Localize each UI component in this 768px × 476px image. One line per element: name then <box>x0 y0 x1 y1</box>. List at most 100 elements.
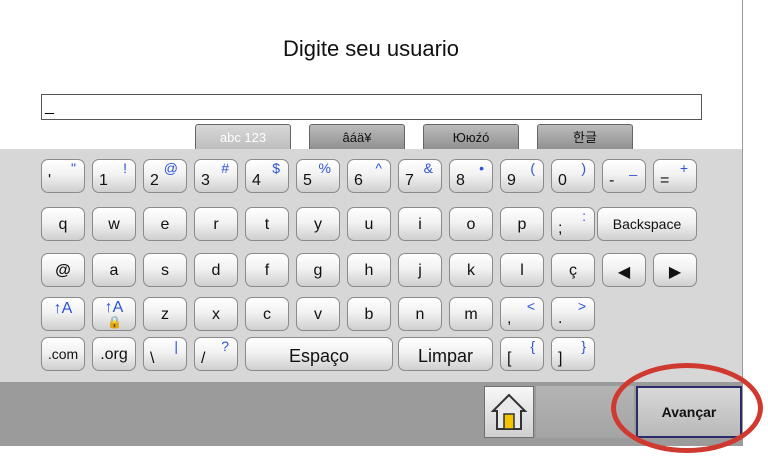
key-apostrophe[interactable]: ' " <box>41 159 85 193</box>
key-j[interactable]: j <box>398 253 442 287</box>
username-input[interactable]: _ <box>41 94 702 120</box>
page-title: Digite seu usuario <box>282 36 460 61</box>
clear-button[interactable]: Limpar <box>398 337 493 371</box>
key-semicolon[interactable]: ;: <box>551 207 595 241</box>
key-slash[interactable]: /? <box>194 337 238 371</box>
key-c[interactable]: c <box>245 297 289 331</box>
home-button[interactable] <box>484 386 534 438</box>
key-y[interactable]: y <box>296 207 340 241</box>
key-1[interactable]: 1! <box>92 159 136 193</box>
key-3[interactable]: 3 # <box>194 159 238 193</box>
key-4[interactable]: 4 $ <box>245 159 289 193</box>
key-o[interactable]: o <box>449 207 493 241</box>
key-hi: } <box>581 338 586 354</box>
key-lo: \ <box>150 350 155 367</box>
tab-korean[interactable]: 한글 <box>537 124 633 150</box>
key-l[interactable]: l <box>500 253 544 287</box>
key-lo: 0 <box>558 172 567 189</box>
key-n[interactable]: n <box>398 297 442 331</box>
key-dotcom[interactable]: .com <box>41 337 85 371</box>
key-backslash[interactable]: \ | <box>143 337 187 371</box>
key-6[interactable]: 6 ^ <box>347 159 391 193</box>
key-hi: • <box>479 160 484 176</box>
arrow-left-button[interactable]: ◀ <box>602 253 646 287</box>
key-e[interactable]: e <box>143 207 187 241</box>
key-z[interactable]: z <box>143 297 187 331</box>
key-hi: ? <box>221 338 229 354</box>
key-7[interactable]: 7 & <box>398 159 442 193</box>
backspace-button[interactable]: Backspace <box>597 207 697 241</box>
key-8[interactable]: 8 • <box>449 159 493 193</box>
key-label: ç <box>569 262 577 279</box>
key-q[interactable]: q <box>41 207 85 241</box>
key-hi: % <box>318 160 331 176</box>
key-m[interactable]: m <box>449 297 493 331</box>
lock-icon: 🔒 <box>107 315 122 329</box>
key-g[interactable]: g <box>296 253 340 287</box>
key-label: .com <box>47 346 79 362</box>
key-left-bracket[interactable]: [{ <box>500 337 544 371</box>
key-c-cedilla[interactable]: ç <box>551 253 595 287</box>
key-label: h <box>364 262 374 279</box>
key-f[interactable]: f <box>245 253 289 287</box>
key-lo: 9 <box>507 172 516 189</box>
key-hi: : <box>582 208 586 224</box>
key-t[interactable]: t <box>245 207 289 241</box>
key-i[interactable]: i <box>398 207 442 241</box>
key-d[interactable]: d <box>194 253 238 287</box>
key-9[interactable]: 9( <box>500 159 544 193</box>
key-label: p <box>517 216 527 233</box>
key-a[interactable]: a <box>92 253 136 287</box>
key-label: w <box>108 216 120 233</box>
capslock-button[interactable]: ↑A 🔒 <box>92 297 136 331</box>
key-r[interactable]: r <box>194 207 238 241</box>
tab-abc123[interactable]: abc 123 <box>195 124 291 150</box>
tab-accented[interactable]: âáä¥ <box>309 124 405 150</box>
key-0[interactable]: 0) <box>551 159 595 193</box>
key-hi: @ <box>163 160 178 176</box>
key-label: i <box>418 216 422 233</box>
key-lo: / <box>201 350 206 367</box>
key-hi: { <box>530 338 535 354</box>
key-hi: + <box>679 160 688 176</box>
key-lo: 4 <box>252 172 261 189</box>
key-label: z <box>161 306 169 323</box>
key-label: .org <box>100 346 128 363</box>
key-label: y <box>314 216 322 233</box>
key-s[interactable]: s <box>143 253 187 287</box>
key-v[interactable]: v <box>296 297 340 331</box>
key-u[interactable]: u <box>347 207 391 241</box>
key-p[interactable]: p <box>500 207 544 241</box>
key-w[interactable]: w <box>92 207 136 241</box>
key-5[interactable]: 5% <box>296 159 340 193</box>
key-at[interactable]: @ <box>41 253 85 287</box>
key-x[interactable]: x <box>194 297 238 331</box>
key-lo: [ <box>507 350 512 367</box>
key-label: j <box>418 262 422 279</box>
highlight-annotation <box>611 363 763 453</box>
key-hi: & <box>423 160 433 176</box>
key-hi: " <box>71 160 76 176</box>
key-lo: 6 <box>354 172 363 189</box>
key-k[interactable]: k <box>449 253 493 287</box>
key-label: @ <box>55 262 71 279</box>
arrow-right-button[interactable]: ▶ <box>653 253 697 287</box>
key-hi: | <box>174 338 178 354</box>
key-hi: # <box>221 160 229 176</box>
shift-button[interactable]: ↑A <box>41 297 85 331</box>
key-comma[interactable]: , < <box>500 297 544 331</box>
key-lo: - <box>609 172 615 189</box>
key-label: f <box>264 262 270 279</box>
key-minus[interactable]: - _ <box>602 159 646 193</box>
key-dotorg[interactable]: .org <box>92 337 136 371</box>
key-right-bracket[interactable]: ]} <box>551 337 595 371</box>
key-b[interactable]: b <box>347 297 391 331</box>
tab-cyrillic[interactable]: Ююźó <box>423 124 519 150</box>
key-h[interactable]: h <box>347 253 391 287</box>
key-label: m <box>464 306 478 323</box>
space-button[interactable]: Espaço <box>245 337 393 371</box>
key-period[interactable]: . > <box>551 297 595 331</box>
key-2[interactable]: 2 @ <box>143 159 187 193</box>
key-equals[interactable]: = + <box>653 159 697 193</box>
key-hi: ! <box>123 160 127 176</box>
